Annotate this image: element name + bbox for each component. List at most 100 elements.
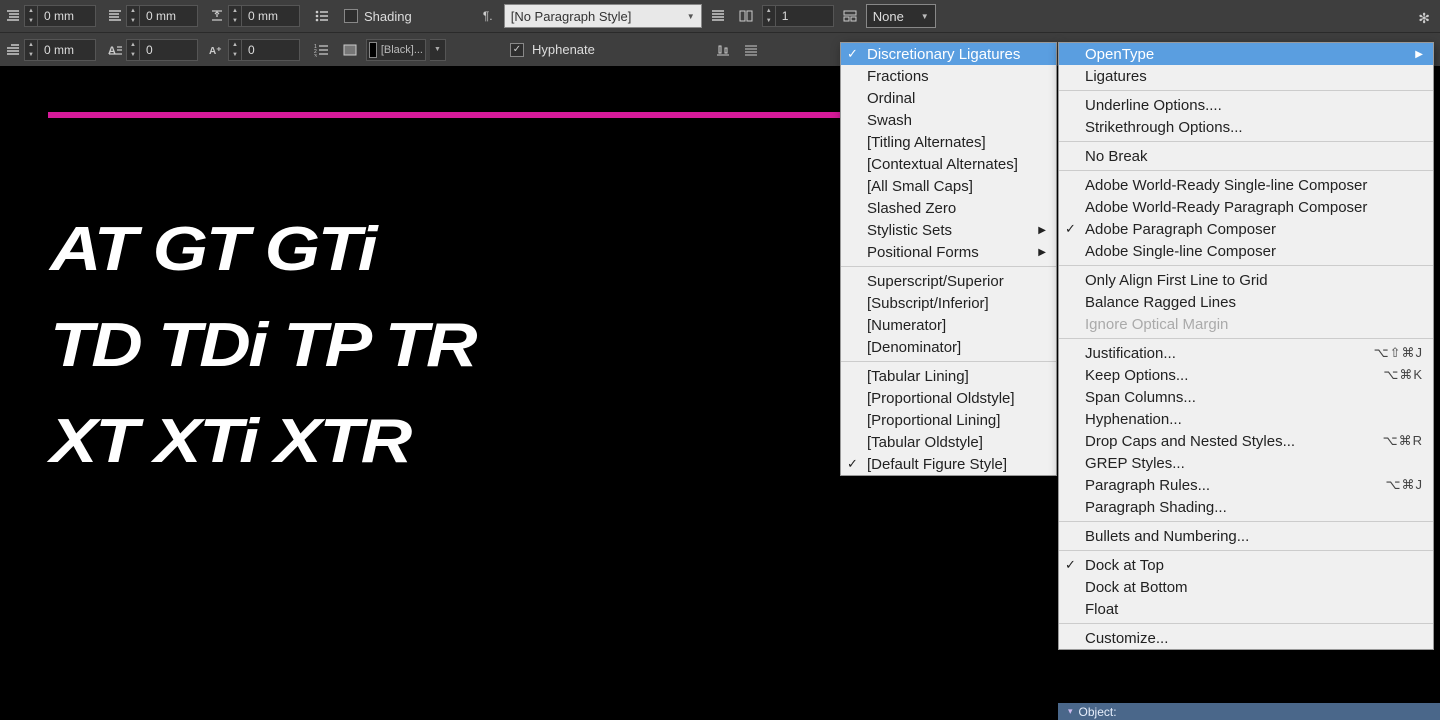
paragraph-menu-item[interactable]: Customize...	[1059, 627, 1433, 649]
opentype-menu-item[interactable]: Positional Forms▶	[841, 241, 1056, 263]
opentype-menu-item[interactable]: [Contextual Alternates]	[841, 153, 1056, 175]
opentype-menu-item[interactable]: Swash	[841, 109, 1056, 131]
gear-icon[interactable]: ✻	[1418, 10, 1430, 27]
menu-item-label: Adobe Paragraph Composer	[1085, 221, 1276, 238]
paragraph-menu-item[interactable]: No Break	[1059, 145, 1433, 167]
opentype-menu-item[interactable]: [Tabular Oldstyle]	[841, 431, 1056, 453]
shading-swatch[interactable]: [Black]...	[366, 39, 426, 61]
paragraph-menu-item[interactable]: Strikethrough Options...	[1059, 116, 1433, 138]
paragraph-menu-item: Ignore Optical Margin	[1059, 313, 1433, 335]
paragraph-menu-item[interactable]: Adobe Single-line Composer	[1059, 240, 1433, 262]
paragraph-menu-item[interactable]: Adobe World-Ready Single-line Composer	[1059, 174, 1433, 196]
opentype-menu-item[interactable]: [Proportional Oldstyle]	[841, 387, 1056, 409]
opentype-menu-item[interactable]: [All Small Caps]	[841, 175, 1056, 197]
numbered-list-icon[interactable]: 123	[310, 38, 334, 62]
space-before-field[interactable]: ▲▼	[228, 5, 300, 27]
paragraph-menu-item[interactable]: Only Align First Line to Grid	[1059, 269, 1433, 291]
right-indent-field[interactable]: ▲▼	[126, 5, 198, 27]
span-dropdown[interactable]: None ▼	[866, 4, 936, 28]
menu-separator	[1059, 623, 1433, 624]
stepper-icon[interactable]: ▲▼	[762, 5, 776, 27]
paragraph-menu-item[interactable]: Adobe World-Ready Paragraph Composer	[1059, 196, 1433, 218]
paragraph-menu-item[interactable]: Float	[1059, 598, 1433, 620]
paragraph-menu-item[interactable]: GREP Styles...	[1059, 452, 1433, 474]
baseline-grid-icon[interactable]	[739, 38, 763, 62]
opentype-menu-item[interactable]: Stylistic Sets▶	[841, 219, 1056, 241]
opentype-menu-item[interactable]: Slashed Zero	[841, 197, 1056, 219]
paragraph-style-dropdown[interactable]: [No Paragraph Style] ▼	[504, 4, 702, 28]
menu-item-label: Superscript/Superior	[867, 273, 1004, 290]
opentype-menu-item[interactable]: [Subscript/Inferior]	[841, 292, 1056, 314]
stepper-icon[interactable]: ▲▼	[126, 5, 140, 27]
columns-field[interactable]: ▲▼	[762, 5, 834, 27]
paragraph-menu-item[interactable]: Balance Ragged Lines	[1059, 291, 1433, 313]
shortcut-label: ⌥⇧⌘J	[1374, 345, 1423, 361]
paragraph-menu-item[interactable]: OpenType▶	[1059, 43, 1433, 65]
stepper-icon[interactable]: ▲▼	[24, 5, 38, 27]
stepper-icon[interactable]: ▲▼	[228, 39, 242, 61]
opentype-menu-item[interactable]: [Proportional Lining]	[841, 409, 1056, 431]
menu-item-label: Paragraph Shading...	[1085, 499, 1227, 516]
opentype-menu-item[interactable]: ✓Discretionary Ligatures	[841, 43, 1056, 65]
shading-checkbox[interactable]	[344, 9, 358, 23]
left-indent-field[interactable]: ▲▼	[24, 5, 96, 27]
menu-item-label: Ligatures	[1085, 68, 1147, 85]
menu-separator	[1059, 338, 1433, 339]
span-icon[interactable]	[838, 4, 862, 28]
paragraph-menu-item[interactable]: Justification...⌥⇧⌘J	[1059, 342, 1433, 364]
paragraph-menu-item[interactable]: Drop Caps and Nested Styles...⌥⌘R	[1059, 430, 1433, 452]
menu-item-label: Keep Options...	[1085, 367, 1188, 384]
opentype-menu-item[interactable]: Superscript/Superior	[841, 270, 1056, 292]
align-justify-icon[interactable]	[706, 4, 730, 28]
opentype-menu-item[interactable]: [Titling Alternates]	[841, 131, 1056, 153]
paragraph-menu-item[interactable]: Paragraph Shading...	[1059, 496, 1433, 518]
shading-box-icon[interactable]	[338, 38, 362, 62]
columns-input[interactable]	[776, 5, 834, 27]
hyphenate-checkbox[interactable]: ✓	[510, 43, 524, 57]
text-line-3[interactable]: XT XTi XTR	[50, 406, 410, 477]
text-line-1[interactable]: AT GT GTi	[50, 214, 375, 285]
paragraph-menu-item[interactable]: Paragraph Rules...⌥⌘J	[1059, 474, 1433, 496]
opentype-menu-item[interactable]: [Numerator]	[841, 314, 1056, 336]
opentype-menu-item[interactable]: [Tabular Lining]	[841, 365, 1056, 387]
opentype-menu-item[interactable]: Fractions	[841, 65, 1056, 87]
object-panel-header[interactable]: ▾ Object:	[1058, 703, 1440, 720]
menu-item-label: [Denominator]	[867, 339, 961, 356]
drop-cap-chars-input[interactable]	[242, 39, 300, 61]
align-to-baseline-icon[interactable]	[711, 38, 735, 62]
drop-cap-lines-input[interactable]	[140, 39, 198, 61]
paragraph-menu-item[interactable]: Dock at Bottom	[1059, 576, 1433, 598]
text-line-2[interactable]: TD TDi TP TR	[50, 310, 475, 381]
space-before-input[interactable]	[242, 5, 300, 27]
menu-item-label: [Tabular Oldstyle]	[867, 434, 983, 451]
left-indent-input[interactable]	[38, 5, 96, 27]
opentype-menu-item[interactable]: [Denominator]	[841, 336, 1056, 358]
paragraph-menu-item[interactable]: ✓Adobe Paragraph Composer	[1059, 218, 1433, 240]
stepper-icon[interactable]: ▲▼	[126, 39, 140, 61]
menu-separator	[841, 266, 1056, 267]
swatch-dropdown-icon[interactable]: ▼	[430, 39, 446, 61]
paragraph-menu-item[interactable]: Span Columns...	[1059, 386, 1433, 408]
first-line-indent-input[interactable]	[38, 39, 96, 61]
opentype-menu-item[interactable]: Ordinal	[841, 87, 1056, 109]
paragraph-menu-item[interactable]: Keep Options...⌥⌘K	[1059, 364, 1433, 386]
para-style-icon[interactable]: ¶.	[476, 4, 500, 28]
bullets-icon[interactable]	[310, 4, 334, 28]
right-indent-input[interactable]	[140, 5, 198, 27]
drop-cap-lines-field[interactable]: ▲▼	[126, 39, 198, 61]
columns-icon[interactable]	[734, 4, 758, 28]
svg-text:3: 3	[314, 54, 317, 57]
stepper-icon[interactable]: ▲▼	[228, 5, 242, 27]
space-before-icon	[208, 7, 226, 25]
paragraph-menu-item[interactable]: Bullets and Numbering...	[1059, 525, 1433, 547]
first-line-indent-field[interactable]: ▲▼	[24, 39, 96, 61]
menu-item-label: Hyphenation...	[1085, 411, 1182, 428]
opentype-menu-item[interactable]: ✓[Default Figure Style]	[841, 453, 1056, 475]
paragraph-menu-item[interactable]: Underline Options....	[1059, 94, 1433, 116]
paragraph-menu-item[interactable]: Hyphenation...	[1059, 408, 1433, 430]
menu-item-label: Span Columns...	[1085, 389, 1196, 406]
stepper-icon[interactable]: ▲▼	[24, 39, 38, 61]
drop-cap-chars-field[interactable]: ▲▼	[228, 39, 300, 61]
paragraph-menu-item[interactable]: ✓Dock at Top	[1059, 554, 1433, 576]
paragraph-menu-item[interactable]: Ligatures	[1059, 65, 1433, 87]
